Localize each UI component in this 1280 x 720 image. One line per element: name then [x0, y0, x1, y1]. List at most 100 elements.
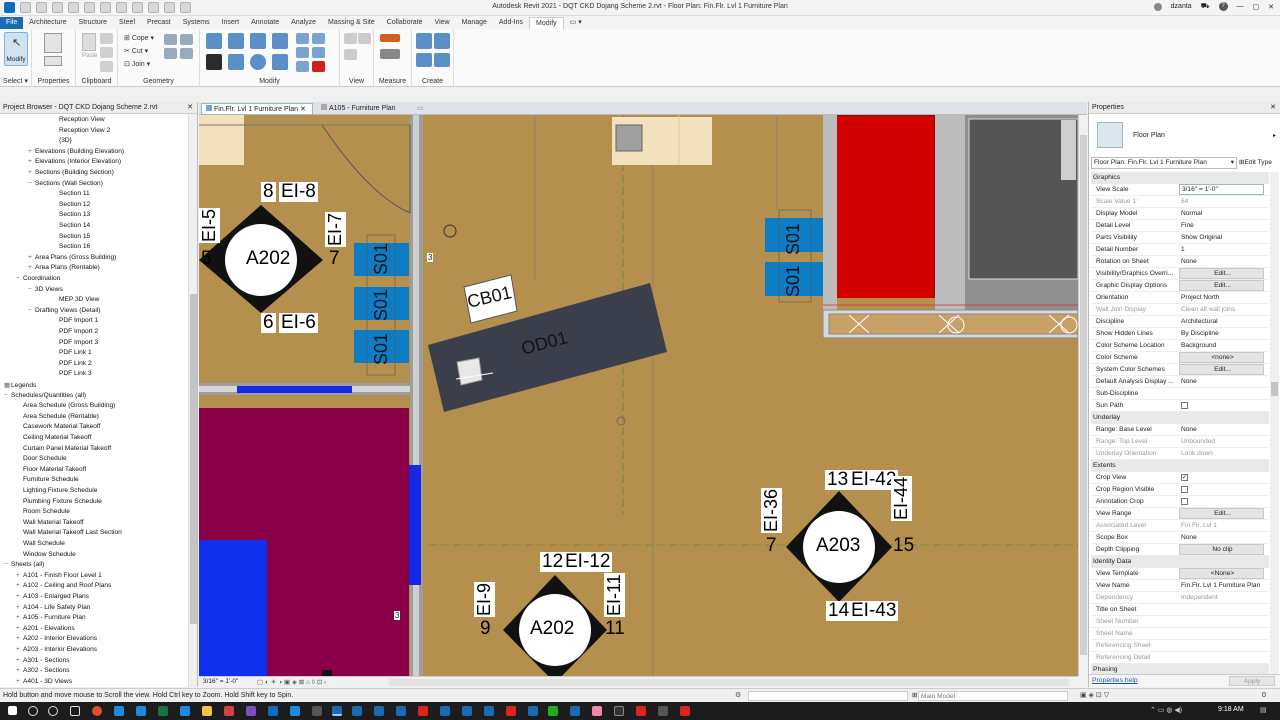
tab-systems[interactable]: Systems [177, 17, 216, 29]
browser-item[interactable]: + Sections (Building Section) [28, 169, 114, 176]
property-section-header[interactable]: Identity Data [1091, 556, 1269, 568]
furniture-tag-s01[interactable]: S01 [783, 265, 804, 297]
browser-item[interactable]: Section 13 [52, 211, 90, 218]
property-value[interactable] [1179, 652, 1264, 663]
property-value[interactable] [1179, 496, 1264, 507]
browser-item[interactable]: PDF Import 3 [52, 339, 98, 346]
workset-field[interactable] [748, 691, 908, 701]
furniture-tag-s01[interactable]: S01 [371, 243, 392, 275]
browser-item[interactable]: Door Schedule [16, 455, 67, 462]
browser-item[interactable]: − Schedules/Quantities (all) [4, 392, 86, 399]
tab-analyze[interactable]: Analyze [285, 17, 322, 29]
elev-tag-ref[interactable]: EI-43 [849, 601, 899, 621]
vertical-scrollbar[interactable] [1078, 115, 1087, 676]
browser-item[interactable]: Reception View [52, 116, 105, 123]
elev-tag-number[interactable]: 5 [199, 249, 214, 269]
property-row[interactable]: Sun Path [1091, 400, 1269, 412]
browser-item[interactable]: − Coordination [16, 275, 60, 282]
tab-view[interactable]: View [429, 17, 456, 29]
browser-item[interactable]: Room Schedule [16, 508, 70, 515]
property-row[interactable]: Visibility/Graphics Overri... Edit... [1091, 268, 1269, 280]
browser-item[interactable]: Wall Schedule [16, 540, 65, 547]
browser-item[interactable]: Floor Material Takeoff [16, 466, 86, 473]
tab-add-ins[interactable]: Add-Ins [493, 17, 529, 29]
browser-item[interactable]: Area Schedule (Gross Building) [16, 402, 115, 409]
property-row[interactable]: Scope Box None [1091, 532, 1269, 544]
property-value[interactable]: Fin.Flr. Lvl 1 [1179, 520, 1264, 531]
search-icon[interactable] [28, 706, 38, 716]
property-value[interactable]: None [1179, 376, 1264, 387]
property-row[interactable]: Color Scheme Location Background [1091, 340, 1269, 352]
user-name[interactable]: dzanta [1171, 3, 1192, 10]
unpin-icon[interactable] [296, 47, 309, 58]
tab-manage[interactable]: Manage [456, 17, 493, 29]
browser-item[interactable]: + A101 - Finish Floor Level 1 [16, 572, 102, 579]
view-scale-control[interactable]: 3/16" = 1'-0" [203, 678, 238, 685]
tab-collaborate[interactable]: Collaborate [381, 17, 429, 29]
property-value[interactable] [1179, 388, 1264, 399]
elev-tag-number[interactable]: 12 [540, 552, 566, 572]
elev-tag-ref[interactable]: EI-12 [563, 552, 613, 572]
explorer-icon[interactable] [202, 706, 212, 716]
browser-item[interactable]: Ceiling Material Takeoff [16, 434, 91, 441]
cut-button[interactable]: ✂ Cut ▾ [124, 47, 148, 55]
property-value[interactable] [1179, 628, 1264, 639]
property-row[interactable]: Rotation on Sheet None [1091, 256, 1269, 268]
door-tag[interactable]: 3 [427, 253, 434, 262]
linework-icon[interactable] [344, 49, 357, 60]
app-icon[interactable] [290, 706, 300, 716]
type-dropdown-icon[interactable]: ▸ [1273, 132, 1276, 139]
property-value[interactable] [1179, 640, 1264, 651]
hide-icon[interactable] [344, 33, 357, 44]
cope-button[interactable]: ⊞ Cope ▾ [124, 34, 154, 42]
close-icon[interactable]: ✕ [187, 102, 193, 114]
browser-item[interactable]: + Area Plans (Gross Building) [28, 254, 116, 261]
browser-scrollbar[interactable] [188, 114, 197, 687]
property-row[interactable]: Sheet Name [1091, 628, 1269, 640]
type-name[interactable]: Floor Plan [1133, 132, 1165, 139]
browser-item[interactable]: Section 15 [52, 233, 90, 240]
expand-toggle-icon[interactable]: − [28, 307, 35, 314]
property-row[interactable]: Associated Level Fin.Flr. Lvl 1 [1091, 520, 1269, 532]
ribbon-minimize-icon[interactable]: ▭ ▾ [564, 17, 588, 29]
type-properties-icon[interactable] [44, 56, 62, 66]
property-value[interactable]: Independent [1179, 592, 1264, 603]
property-row[interactable]: Underlay Orientation Look down [1091, 448, 1269, 460]
chrome-icon[interactable] [92, 706, 102, 716]
expand-toggle-icon[interactable]: + [16, 678, 23, 685]
outlook-icon[interactable] [268, 706, 278, 716]
copy-icon[interactable] [228, 54, 244, 70]
property-edit-button[interactable]: Edit... [1179, 268, 1264, 279]
app-icon[interactable] [680, 706, 690, 716]
apply-button[interactable]: Apply [1229, 676, 1275, 686]
property-value[interactable]: By Discipline [1179, 328, 1264, 339]
app-icon[interactable] [636, 706, 646, 716]
tray-icons[interactable]: ⌃ ▭ ◍ ◀) [1150, 706, 1182, 714]
teams-icon[interactable] [246, 706, 256, 716]
elev-tag-number[interactable]: 9 [478, 619, 493, 639]
elev-tag-number[interactable]: 8 [261, 182, 276, 202]
wall-joins-icon[interactable] [164, 48, 177, 59]
browser-item[interactable]: + A401 - 3D Views [16, 678, 72, 685]
expand-toggle-icon[interactable]: − [4, 561, 11, 568]
acrobat-icon[interactable] [506, 706, 516, 716]
browser-item[interactable]: + A301 - Sections [16, 657, 70, 664]
property-section-header[interactable]: Graphics [1091, 172, 1269, 184]
browser-item[interactable]: + A104 - Life Safety Plan [16, 604, 90, 611]
acrobat-icon[interactable] [418, 706, 428, 716]
copy-clipboard-icon[interactable] [100, 47, 113, 58]
expand-toggle-icon[interactable]: − [16, 275, 23, 282]
expand-toggle-icon[interactable]: + [16, 572, 23, 579]
edge-icon[interactable] [114, 706, 124, 716]
align-icon[interactable] [206, 33, 222, 49]
design-options-icon[interactable]: ⊞ [912, 689, 918, 703]
delete-icon[interactable] [312, 61, 325, 72]
checkbox[interactable] [1181, 402, 1188, 409]
revit-icon[interactable] [462, 706, 472, 716]
edit-type-button[interactable]: ⊞Edit Type [1239, 157, 1279, 169]
browser-item[interactable]: MEP 3D View [52, 296, 99, 303]
revit-icon[interactable] [440, 706, 450, 716]
elev-tag-ref[interactable]: EI-44 [891, 475, 912, 521]
property-value[interactable]: 3/16" = 1'-0" [1179, 184, 1264, 195]
horizontal-scrollbar[interactable] [389, 679, 1069, 686]
